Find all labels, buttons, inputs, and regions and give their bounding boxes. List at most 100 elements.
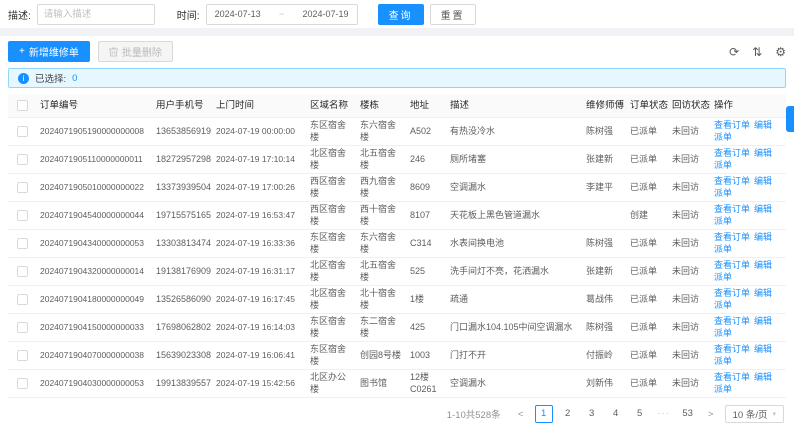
action-edit[interactable]: 编辑 (754, 148, 772, 158)
cell-master: 张建新 (582, 266, 626, 277)
cell-order-status: 已派单 (626, 322, 668, 333)
cell-visit-time: 2024-07-19 16:33:36 (212, 238, 306, 249)
action-view-order[interactable]: 查看订单 (714, 260, 750, 270)
action-edit[interactable]: 编辑 (754, 288, 772, 298)
cell-actions: 查看订单编辑派单 (710, 372, 786, 395)
action-edit[interactable]: 编辑 (754, 372, 772, 382)
reset-button[interactable]: 重置 (430, 4, 476, 25)
action-edit[interactable]: 编辑 (754, 120, 772, 130)
action-edit[interactable]: 编辑 (754, 176, 772, 186)
table-row: 2024071904150000000033176980628022024-07… (8, 314, 786, 342)
action-dispatch[interactable]: 派单 (714, 384, 732, 394)
action-view-order[interactable]: 查看订单 (714, 148, 750, 158)
refresh-icon[interactable]: ⟳ (729, 46, 739, 58)
date-range-picker[interactable]: 2024-07-13 ~ 2024-07-19 (206, 4, 358, 25)
page-number-list: 12345 ··· 53 (535, 405, 697, 423)
action-view-order[interactable]: 查看订单 (714, 176, 750, 186)
action-dispatch[interactable]: 派单 (714, 216, 732, 226)
row-checkbox[interactable] (17, 154, 28, 165)
row-checkbox[interactable] (17, 322, 28, 333)
cell-address: 12楼C0261 (406, 372, 446, 395)
cell-building: 图书馆 (356, 378, 406, 389)
page-2[interactable]: 2 (559, 405, 577, 423)
cell-visit-time: 2024-07-19 16:31:17 (212, 266, 306, 277)
table-row: 2024071904180000000049135265860902024-07… (8, 286, 786, 314)
desc-filter-label: 描述: (8, 7, 31, 22)
cell-description: 水表间换电池 (446, 238, 582, 249)
row-checkbox[interactable] (17, 378, 28, 389)
column-header-order-status: 订单状态 (626, 100, 668, 112)
action-edit[interactable]: 编辑 (754, 204, 772, 214)
cell-visit-status: 未回访 (668, 126, 710, 137)
info-icon: i (18, 73, 29, 84)
cell-address: 1003 (406, 350, 446, 361)
row-checkbox[interactable] (17, 238, 28, 249)
page-4[interactable]: 4 (607, 405, 625, 423)
cell-order-status: 已派单 (626, 294, 668, 305)
action-dispatch[interactable]: 派单 (714, 160, 732, 170)
page-ellipsis: ··· (655, 405, 673, 423)
density-icon[interactable]: ⇅ (752, 46, 762, 58)
page-background-gap (0, 28, 794, 36)
cell-order-no: 2024071904540000000044 (36, 210, 152, 221)
cell-order-status: 已派单 (626, 182, 668, 193)
action-edit[interactable]: 编辑 (754, 232, 772, 242)
cell-visit-time: 2024-07-19 15:42:56 (212, 378, 306, 389)
filter-bar: 描述: 时间: 2024-07-13 ~ 2024-07-19 查询 重置 (0, 0, 794, 28)
row-checkbox[interactable] (17, 210, 28, 221)
action-view-order[interactable]: 查看订单 (714, 344, 750, 354)
row-checkbox[interactable] (17, 294, 28, 305)
action-view-order[interactable]: 查看订单 (714, 232, 750, 242)
column-header-building: 楼栋 (356, 100, 406, 112)
date-start-value[interactable]: 2024-07-13 (215, 9, 261, 19)
cell-visit-time: 2024-07-19 17:00:26 (212, 182, 306, 193)
row-checkbox[interactable] (17, 182, 28, 193)
action-dispatch[interactable]: 派单 (714, 356, 732, 366)
action-dispatch[interactable]: 派单 (714, 244, 732, 254)
cell-order-status: 已派单 (626, 350, 668, 361)
table-row: 2024071905190000000008136538569192024-07… (8, 118, 786, 146)
action-view-order[interactable]: 查看订单 (714, 316, 750, 326)
action-view-order[interactable]: 查看订单 (714, 120, 750, 130)
page-5[interactable]: 5 (631, 405, 649, 423)
action-dispatch[interactable]: 派单 (714, 132, 732, 142)
query-button[interactable]: 查询 (378, 4, 424, 25)
add-repair-order-button[interactable]: + 新增维修单 (8, 41, 90, 62)
date-end-value[interactable]: 2024-07-19 (303, 9, 349, 19)
row-checkbox[interactable] (17, 350, 28, 361)
next-page-button[interactable]: > (705, 409, 717, 420)
cell-order-status: 已派单 (626, 378, 668, 389)
page-53[interactable]: 53 (679, 405, 697, 423)
cell-area: 东区宿舍楼 (306, 344, 356, 367)
action-dispatch[interactable]: 派单 (714, 300, 732, 310)
action-edit[interactable]: 编辑 (754, 344, 772, 354)
select-all-checkbox[interactable] (17, 100, 28, 111)
page-3[interactable]: 3 (583, 405, 601, 423)
batch-delete-button[interactable]: 批量删除 (98, 41, 173, 62)
cell-actions: 查看订单编辑派单 (710, 204, 786, 227)
action-dispatch[interactable]: 派单 (714, 188, 732, 198)
action-edit[interactable]: 编辑 (754, 316, 772, 326)
action-edit[interactable]: 编辑 (754, 260, 772, 270)
action-view-order[interactable]: 查看订单 (714, 204, 750, 214)
prev-page-button[interactable]: < (515, 409, 527, 420)
action-dispatch[interactable]: 派单 (714, 328, 732, 338)
side-affix-tab[interactable] (786, 106, 794, 132)
cell-order-no: 2024071905190000000008 (36, 126, 152, 137)
cell-building: 北五宿舍楼 (356, 260, 406, 283)
row-checkbox-cell (8, 322, 36, 333)
row-checkbox[interactable] (17, 126, 28, 137)
page-size-select[interactable]: 10 条/页 ▾ (725, 405, 784, 423)
desc-filter-input[interactable] (37, 4, 155, 25)
cell-address: 8609 (406, 182, 446, 193)
page-1[interactable]: 1 (535, 405, 553, 423)
action-view-order[interactable]: 查看订单 (714, 372, 750, 382)
action-dispatch[interactable]: 派单 (714, 272, 732, 282)
cell-actions: 查看订单编辑派单 (710, 288, 786, 311)
action-view-order[interactable]: 查看订单 (714, 288, 750, 298)
row-checkbox[interactable] (17, 266, 28, 277)
cell-area: 北区办公楼 (306, 372, 356, 395)
cell-description: 疏通 (446, 294, 582, 305)
cell-address: A502 (406, 126, 446, 137)
settings-icon[interactable]: ⚙ (775, 46, 786, 58)
